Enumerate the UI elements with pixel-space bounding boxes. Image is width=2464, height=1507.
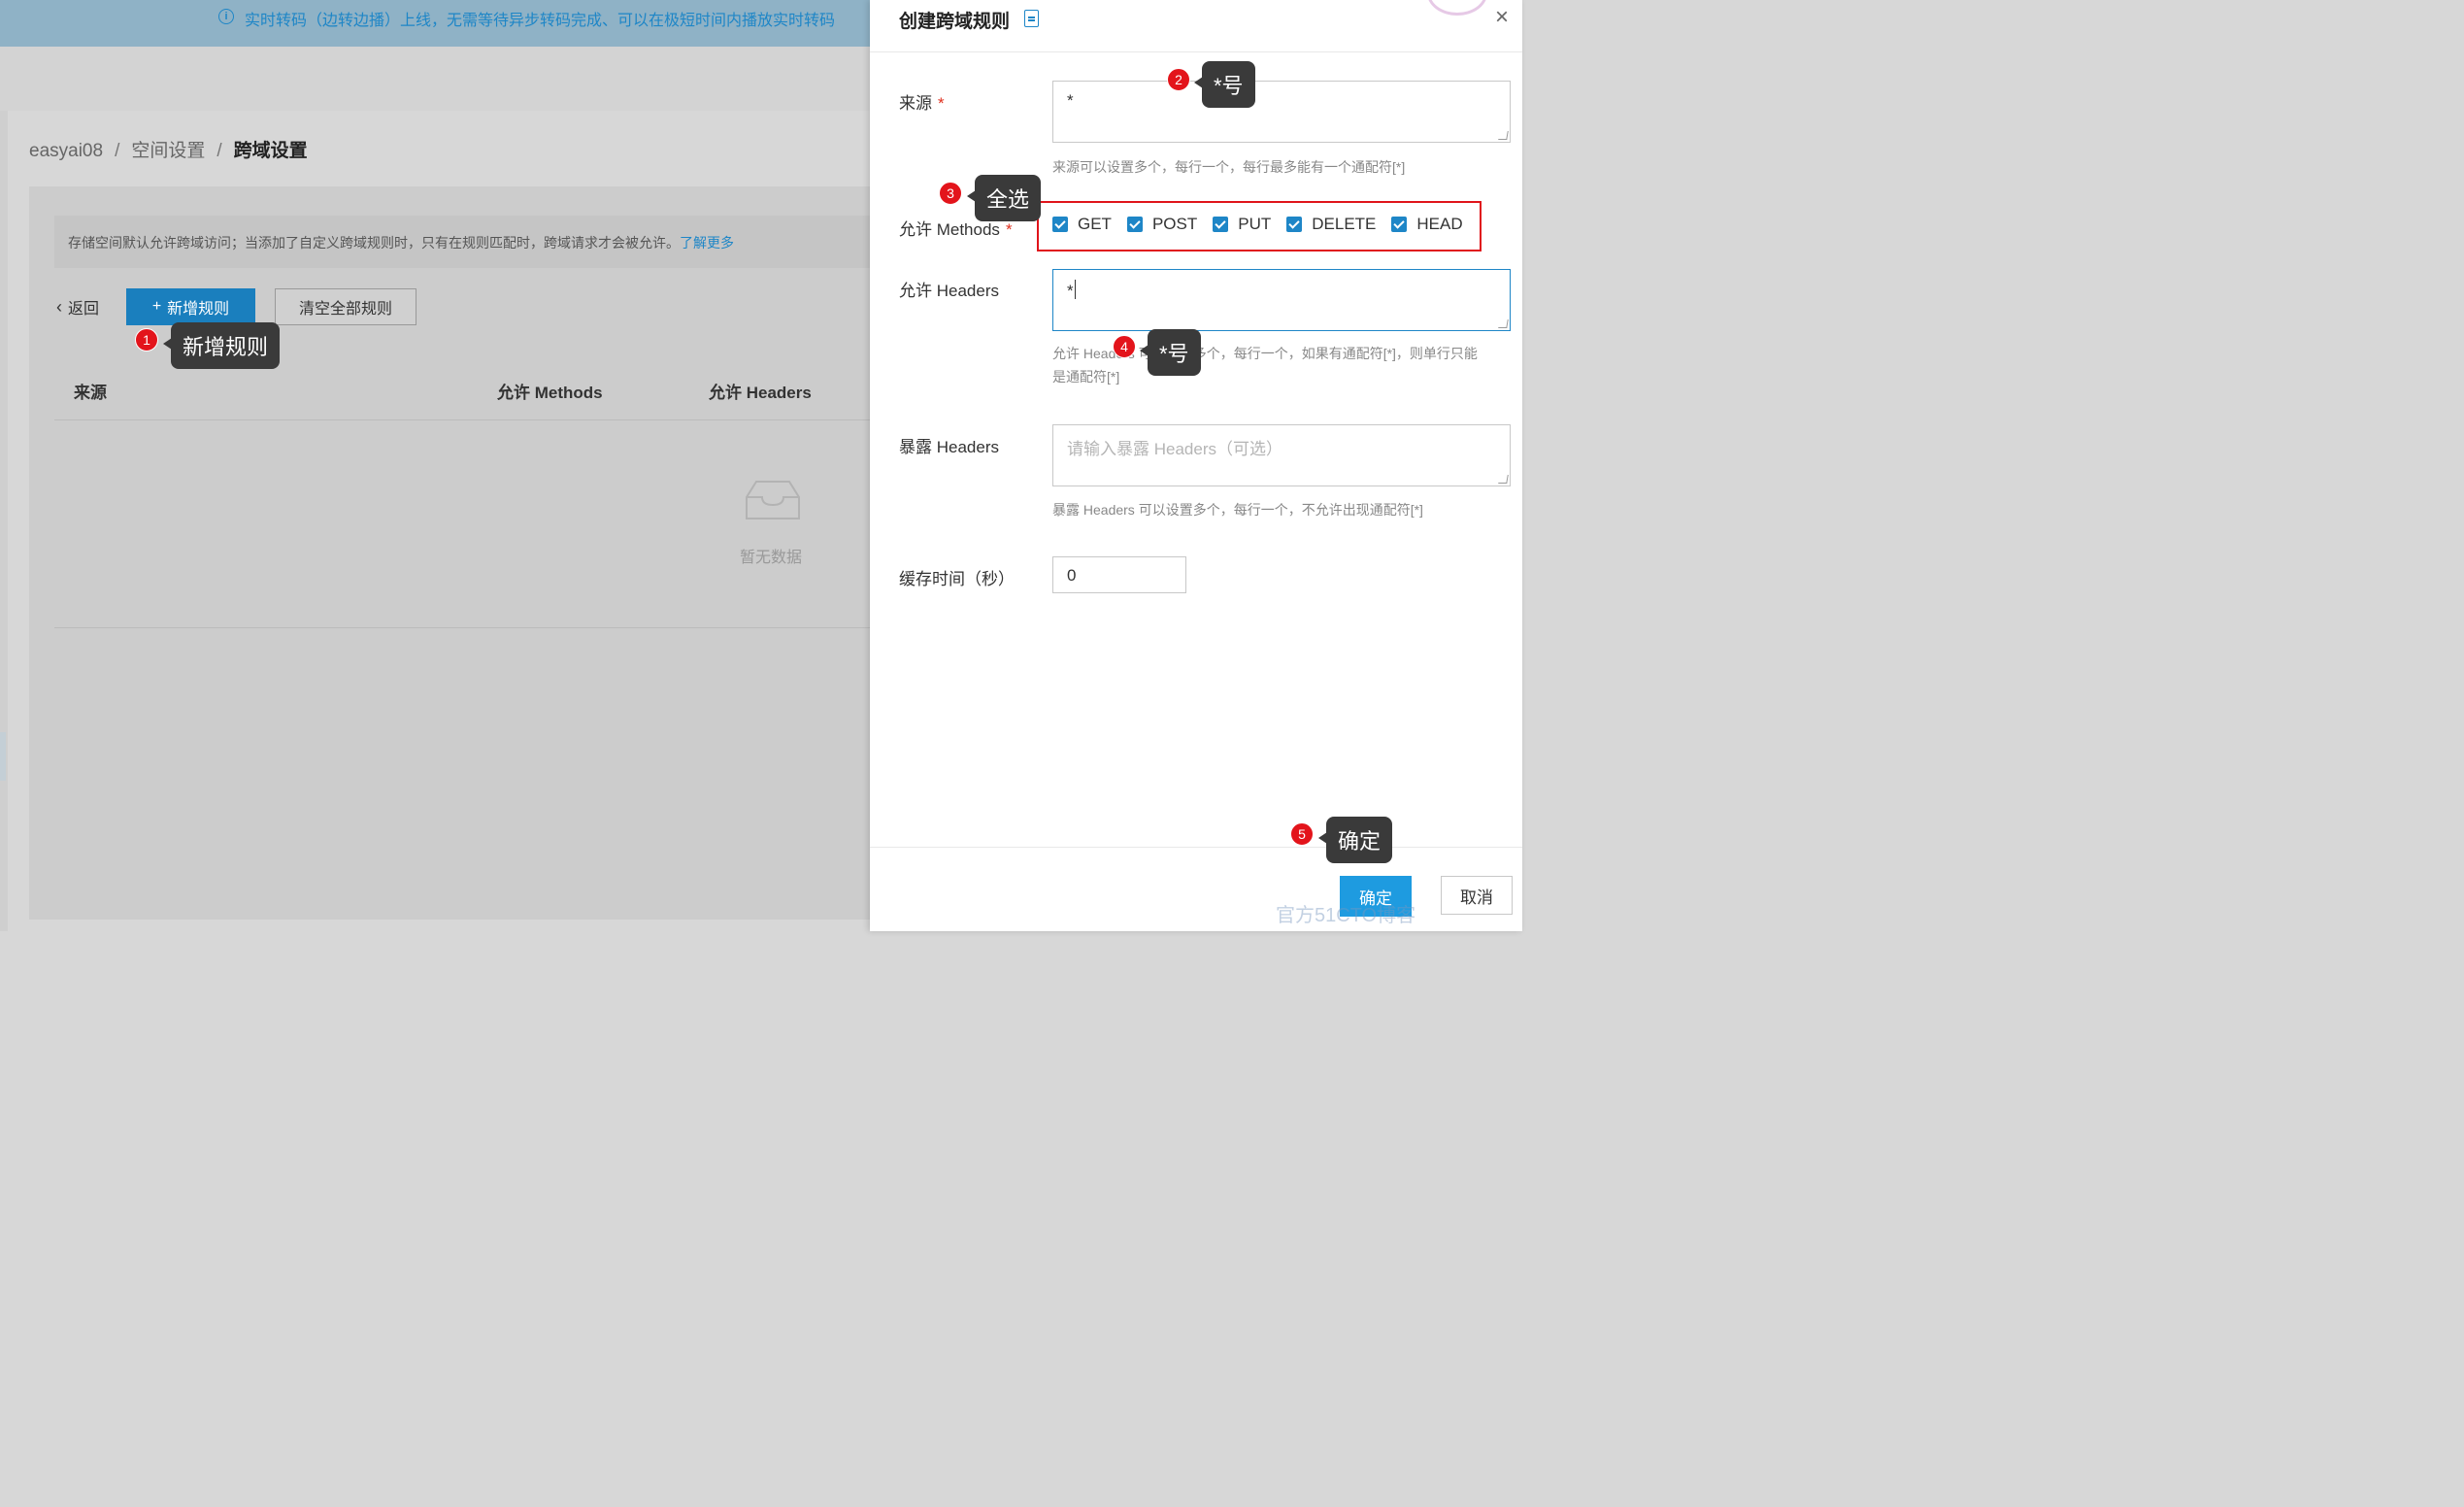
allow-headers-value: * xyxy=(1067,282,1074,300)
methods-checkbox-group: GET POST PUT DELETE HEAD xyxy=(1052,215,1479,234)
origin-value: * xyxy=(1067,91,1074,110)
method-head-checkbox[interactable]: HEAD xyxy=(1391,215,1463,234)
add-rule-label: 新增规则 xyxy=(167,301,230,318)
breadcrumb-separator: / xyxy=(216,141,222,161)
plus-icon: + xyxy=(151,298,162,315)
avatar xyxy=(1427,0,1487,16)
info-icon: i xyxy=(218,9,234,24)
annotation-badge-3: 3 xyxy=(939,182,962,205)
expose-headers-textarea[interactable]: 请输入暴露 Headers（可选） xyxy=(1052,424,1511,486)
column-header-methods: 允许 Methods xyxy=(497,384,603,402)
breadcrumb-item-cors-settings: 跨域设置 xyxy=(233,141,308,161)
method-delete-checkbox[interactable]: DELETE xyxy=(1286,215,1376,234)
empty-text: 暂无数据 xyxy=(740,550,803,566)
breadcrumb: easyai08 / 空间设置 / 跨域设置 xyxy=(29,136,308,162)
watermark: 官方51CTO博客 xyxy=(1276,905,1416,926)
back-label: 返回 xyxy=(68,301,100,318)
cache-time-label: 缓存时间（秒） xyxy=(899,570,1015,588)
create-cors-rule-drawer: 创建跨域规则 × 来源 * * 来源可以设置多个，每行一个，每行最多能有一个通配符… xyxy=(870,0,1522,931)
origin-label: 来源 * xyxy=(899,94,945,113)
checkbox-checked-icon xyxy=(1213,217,1229,232)
breadcrumb-item-space-settings[interactable]: 空间设置 xyxy=(131,141,205,161)
text-cursor xyxy=(1074,280,1076,299)
checkbox-checked-icon xyxy=(1126,217,1143,232)
annotation-badge-4: 4 xyxy=(1113,335,1136,358)
annotation-callout-1: 新增规则 xyxy=(162,322,281,369)
annotation-badge-1: 1 xyxy=(135,328,158,352)
table-bottom-divider xyxy=(54,627,889,628)
back-button[interactable]: ‹ 返回 xyxy=(56,295,99,318)
resize-handle[interactable] xyxy=(1498,319,1509,328)
expose-headers-help: 暴露 Headers 可以设置多个，每行一个，不允许出现通配符[*] xyxy=(1052,502,1423,518)
cache-time-input[interactable]: 0 xyxy=(1052,556,1186,593)
close-icon[interactable]: × xyxy=(1495,6,1509,29)
notice-text: 实时转码（边转边播）上线，无需等待异步转码完成、可以在极短时间内播放实时转码 xyxy=(245,13,836,29)
document-icon[interactable] xyxy=(1024,10,1039,27)
cancel-button[interactable]: 取消 xyxy=(1441,876,1513,915)
annotation-badge-5: 5 xyxy=(1290,822,1314,846)
checkbox-checked-icon xyxy=(1286,217,1303,232)
expose-headers-placeholder: 请输入暴露 Headers（可选） xyxy=(1067,440,1282,458)
method-put-checkbox[interactable]: PUT xyxy=(1213,215,1271,234)
annotation-callout-5: 确定 xyxy=(1317,817,1393,863)
add-rule-button[interactable]: + 新增规则 xyxy=(126,288,255,325)
method-post-checkbox[interactable]: POST xyxy=(1126,215,1197,234)
annotation-callout-2: *号 xyxy=(1194,61,1255,108)
learn-more-link[interactable]: 了解更多 xyxy=(680,235,734,251)
clear-all-rules-button[interactable]: 清空全部规则 xyxy=(275,288,416,325)
expose-headers-label: 暴露 Headers xyxy=(899,438,999,456)
required-mark: * xyxy=(938,94,945,113)
checkbox-checked-icon xyxy=(1052,217,1068,232)
sidebar-active-mark xyxy=(0,732,6,781)
header-divider xyxy=(870,51,1522,52)
origin-help: 来源可以设置多个，每行一个，每行最多能有一个通配符[*] xyxy=(1052,159,1406,175)
resize-handle[interactable] xyxy=(1498,131,1509,140)
annotation-callout-3: 全选 xyxy=(966,175,1042,221)
empty-inbox-icon xyxy=(746,481,800,519)
tip-text: 存储空间默认允许跨域访问；当添加了自定义跨域规则时，只有在规则匹配时，跨域请求才… xyxy=(68,235,680,251)
breadcrumb-separator: / xyxy=(115,141,120,161)
required-mark: * xyxy=(1005,220,1013,239)
footer-divider xyxy=(870,847,1522,848)
origin-textarea[interactable]: * xyxy=(1052,81,1511,143)
drawer-title: 创建跨域规则 xyxy=(899,12,1011,32)
resize-handle[interactable] xyxy=(1498,475,1509,484)
chevron-left-icon: ‹ xyxy=(56,296,62,317)
allow-headers-label: 允许 Headers xyxy=(899,282,999,300)
breadcrumb-item-bucket[interactable]: easyai08 xyxy=(29,141,103,161)
column-header-origin: 来源 xyxy=(74,384,107,402)
allow-headers-textarea[interactable]: * xyxy=(1052,269,1511,331)
column-header-headers: 允许 Headers xyxy=(709,384,812,402)
annotation-callout-4: *号 xyxy=(1140,329,1201,376)
left-sidebar-strip xyxy=(0,111,8,931)
annotation-badge-2: 2 xyxy=(1167,68,1190,91)
method-get-checkbox[interactable]: GET xyxy=(1052,215,1112,234)
checkbox-checked-icon xyxy=(1391,217,1408,232)
info-tip: 存储空间默认允许跨域访问；当添加了自定义跨域规则时，只有在规则匹配时，跨域请求才… xyxy=(54,216,889,268)
